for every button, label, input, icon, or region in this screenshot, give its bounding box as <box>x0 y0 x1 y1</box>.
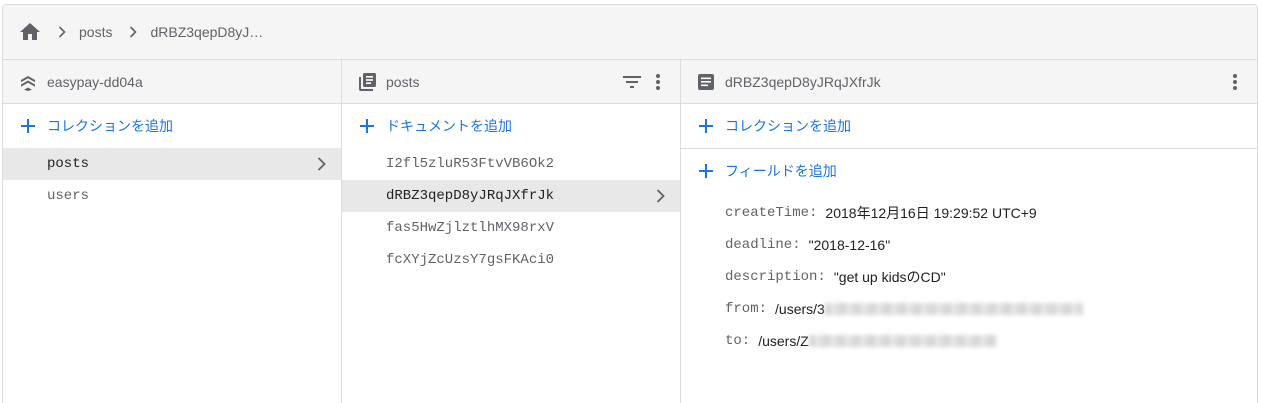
plus-icon <box>356 115 378 137</box>
field-value: "2018-12-16" <box>808 237 891 253</box>
filter-icon[interactable] <box>620 70 644 94</box>
chevron-right-icon <box>311 154 331 174</box>
breadcrumb: posts dRBZ3qepD8yJ… <box>3 5 1257 60</box>
field-value: "get up kidsのCD" <box>833 269 946 285</box>
field-value: 2018年12月16日 19:29:52 UTC+9 <box>825 205 1037 221</box>
field-row[interactable]: description: "get up kidsのCD" <box>725 261 1257 293</box>
collection-icon <box>356 71 378 93</box>
add-field-label: フィールドを追加 <box>725 163 837 179</box>
more-vert-icon[interactable] <box>1223 70 1247 94</box>
field-key: createTime: <box>725 205 818 221</box>
field-row[interactable]: from: /users/3 <box>725 293 1257 325</box>
add-subcollection-label: コレクションを追加 <box>725 118 851 134</box>
chevron-right-icon <box>122 21 144 43</box>
firestore-console: posts dRBZ3qepD8yJ… easypay-dd04a コレクション… <box>2 4 1258 403</box>
collection-item-posts[interactable]: posts <box>3 148 341 180</box>
document-title: dRBZ3qepD8yJRqJXfrJk <box>725 73 881 90</box>
field-key: deadline: <box>725 237 801 253</box>
collection-item-users[interactable]: users <box>3 180 341 212</box>
collection-title: posts <box>386 73 420 90</box>
firestore-icon <box>17 71 39 93</box>
plus-icon <box>695 160 717 182</box>
document-item[interactable]: dRBZ3qepD8yJRqJXfrJk <box>342 180 680 212</box>
document-item-label: I2fl5zluR53FtvVB6Ok2 <box>386 156 555 172</box>
collection-panel-header: posts <box>342 60 680 104</box>
add-document-label: ドキュメントを追加 <box>386 118 512 134</box>
collection-item-label: users <box>47 188 90 204</box>
panels: easypay-dd04a コレクションを追加 posts users post… <box>3 60 1257 403</box>
document-item-label: dRBZ3qepD8yJRqJXfrJk <box>386 188 555 204</box>
field-row[interactable]: createTime: 2018年12月16日 19:29:52 UTC+9 <box>725 197 1257 229</box>
breadcrumb-item-posts[interactable]: posts <box>79 24 112 40</box>
field-row[interactable]: to: /users/Z <box>725 325 1257 357</box>
document-icon <box>695 71 717 93</box>
document-panel-header: dRBZ3qepD8yJRqJXfrJk <box>681 60 1257 104</box>
chevron-right-icon <box>650 186 670 206</box>
collection-item-label: posts <box>47 156 90 172</box>
field-value: /users/3 <box>775 301 825 317</box>
field-list: createTime: 2018年12月16日 19:29:52 UTC+9 d… <box>681 193 1257 357</box>
field-key: description: <box>725 269 826 285</box>
more-vert-icon[interactable] <box>646 70 670 94</box>
project-title: easypay-dd04a <box>47 73 143 90</box>
document-item[interactable]: fas5HwZjlztlhMX98rxV <box>342 212 680 244</box>
plus-icon <box>695 115 717 137</box>
add-field-button[interactable]: フィールドを追加 <box>681 149 1257 193</box>
field-key: from: <box>725 301 768 317</box>
document-item[interactable]: I2fl5zluR53FtvVB6Ok2 <box>342 148 680 180</box>
document-item[interactable]: fcXYjZcUzsY7gsFKAci0 <box>342 244 680 276</box>
add-document-button[interactable]: ドキュメントを追加 <box>342 104 680 148</box>
add-collection-label: コレクションを追加 <box>47 118 173 134</box>
breadcrumb-item-document[interactable]: dRBZ3qepD8yJ… <box>150 24 263 40</box>
field-value: /users/Z <box>758 333 809 349</box>
document-panel: dRBZ3qepD8yJRqJXfrJk コレクションを追加 フィールドを追加 <box>681 60 1257 403</box>
document-item-label: fas5HwZjlztlhMX98rxV <box>386 220 555 236</box>
collection-panel: posts ドキュメントを追加 I2fl5zluR53FtvVB6Ok2 dRB… <box>342 60 681 403</box>
field-row[interactable]: deadline: "2018-12-16" <box>725 229 1257 261</box>
field-key: to: <box>725 333 751 349</box>
root-panel-header: easypay-dd04a <box>3 60 341 104</box>
add-collection-button[interactable]: コレクションを追加 <box>3 104 341 148</box>
chevron-right-icon <box>51 21 73 43</box>
document-item-label: fcXYjZcUzsY7gsFKAci0 <box>386 252 555 268</box>
add-subcollection-button[interactable]: コレクションを追加 <box>681 104 1257 148</box>
home-icon[interactable] <box>19 21 41 43</box>
root-panel: easypay-dd04a コレクションを追加 posts users <box>3 60 342 403</box>
redacted-value <box>808 335 997 347</box>
redacted-value <box>824 303 1083 315</box>
plus-icon <box>17 115 39 137</box>
